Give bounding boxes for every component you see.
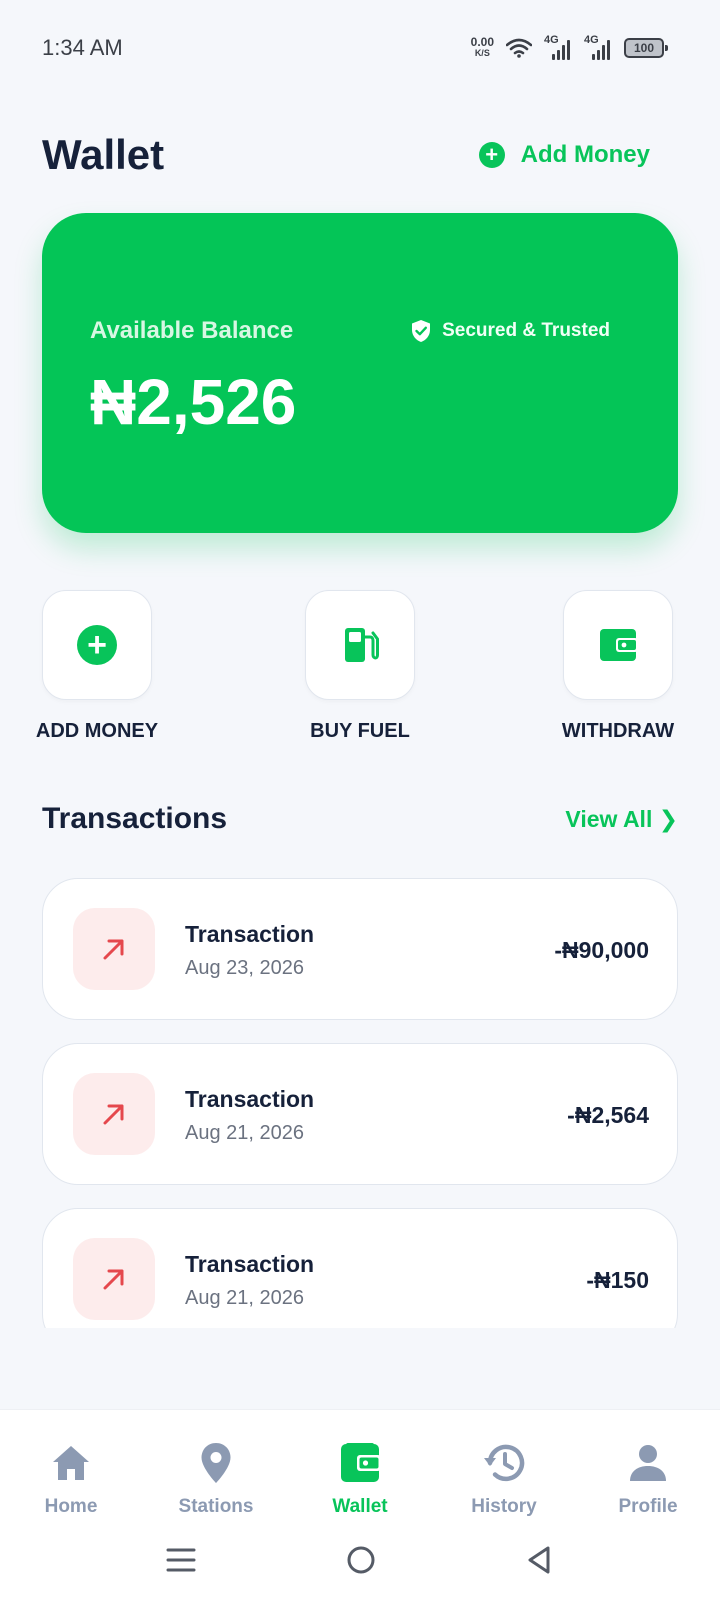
transaction-item[interactable]: Transaction Aug 21, 2026 -₦150 bbox=[42, 1208, 678, 1328]
transaction-amount: -₦90,000 bbox=[554, 937, 649, 963]
secured-badge-label: Secured & Trusted bbox=[442, 320, 610, 341]
transaction-icon-box bbox=[73, 1073, 155, 1155]
withdraw-tile[interactable] bbox=[563, 590, 673, 700]
battery-icon: 100 bbox=[624, 38, 668, 58]
page-title: Wallet bbox=[42, 131, 165, 178]
wifi-icon bbox=[506, 38, 532, 58]
wallet-icon bbox=[341, 1443, 381, 1482]
add-money-link[interactable]: + Add Money bbox=[478, 141, 678, 169]
balance-amount: ₦2,526 bbox=[90, 366, 297, 438]
transactions-list[interactable]: Transaction Aug 23, 2026 -₦90,000 Transa… bbox=[42, 878, 678, 1328]
bottom-nav-items: Home Stations Wallet History Profile bbox=[0, 1440, 720, 1530]
add-money-button[interactable]: + ADD MONEY bbox=[17, 590, 177, 743]
header: Wallet + Add Money bbox=[42, 120, 678, 190]
shield-check-icon bbox=[412, 320, 431, 342]
nav-label-profile: Profile bbox=[618, 1496, 678, 1517]
balance-label: Available Balance bbox=[90, 317, 294, 344]
nav-item-profile[interactable]: Profile bbox=[588, 1440, 708, 1518]
withdraw-label: WITHDRAW bbox=[561, 720, 675, 742]
status-time: 1:34 AM bbox=[42, 35, 123, 60]
wallet-icon bbox=[600, 629, 638, 661]
nav-item-history[interactable]: History bbox=[444, 1440, 564, 1518]
transaction-date: Aug 23, 2026 bbox=[185, 957, 304, 979]
balance-card: Available Balance Secured & Trusted ₦2,5… bbox=[42, 213, 678, 533]
network-speed-unit: K/S bbox=[474, 48, 490, 58]
signal-icon-2: 4G bbox=[584, 34, 612, 60]
withdraw-button[interactable]: WITHDRAW bbox=[538, 590, 698, 743]
add-money-link-label: Add Money bbox=[520, 141, 650, 168]
history-icon bbox=[484, 1444, 525, 1482]
bottom-nav: Home Stations Wallet History Profile bbox=[0, 1409, 720, 1600]
nav-item-home[interactable]: Home bbox=[11, 1440, 131, 1518]
plus-circle-icon: + bbox=[478, 142, 505, 168]
nav-item-wallet[interactable]: Wallet bbox=[300, 1440, 420, 1518]
network-speed: 0.00 K/S bbox=[470, 35, 494, 59]
network-speed-value: 0.00 bbox=[470, 35, 494, 49]
menu-icon[interactable] bbox=[166, 1545, 196, 1575]
status-bar: 1:34 AM 0.00 K/S 4G 4G 100 bbox=[0, 0, 720, 96]
home-icon bbox=[53, 1446, 89, 1480]
secured-badge: Secured & Trusted bbox=[410, 319, 610, 343]
transaction-name: Transaction bbox=[185, 921, 315, 947]
view-all-link[interactable]: View All ❯ bbox=[565, 806, 678, 833]
buy-fuel-button[interactable]: BUY FUEL bbox=[280, 590, 440, 743]
fuel-pump-icon bbox=[345, 628, 379, 662]
transaction-date: Aug 21, 2026 bbox=[185, 1287, 304, 1309]
transaction-amount: -₦2,564 bbox=[567, 1102, 649, 1128]
location-pin-icon bbox=[201, 1443, 231, 1483]
signal-icon-1: 4G bbox=[544, 34, 572, 60]
transaction-date: Aug 21, 2026 bbox=[185, 1122, 304, 1144]
nav-label-history: History bbox=[471, 1496, 537, 1517]
transaction-item[interactable]: Transaction Aug 21, 2026 -₦2,564 bbox=[42, 1043, 678, 1185]
arrow-up-right-icon bbox=[103, 1269, 124, 1290]
add-money-label: ADD MONEY bbox=[35, 720, 159, 742]
back-triangle-icon[interactable] bbox=[524, 1545, 554, 1575]
transaction-name: Transaction bbox=[185, 1086, 315, 1112]
transactions-title: Transactions bbox=[42, 802, 228, 835]
transaction-item[interactable]: Transaction Aug 23, 2026 -₦90,000 bbox=[42, 878, 678, 1020]
user-icon bbox=[630, 1445, 666, 1481]
add-money-tile[interactable]: + bbox=[42, 590, 152, 700]
quick-actions: + ADD MONEY BUY FUEL WITHDRAW bbox=[36, 590, 678, 750]
transaction-icon-box bbox=[73, 1238, 155, 1320]
signal-label-2: 4G bbox=[584, 34, 599, 46]
nav-item-stations[interactable]: Stations bbox=[156, 1440, 276, 1518]
arrow-up-right-icon bbox=[103, 1104, 124, 1125]
status-icons: 0.00 K/S 4G 4G 100 bbox=[470, 34, 668, 60]
nav-label-home: Home bbox=[44, 1496, 98, 1517]
arrow-up-right-icon bbox=[103, 939, 124, 960]
buy-fuel-tile[interactable] bbox=[305, 590, 415, 700]
nav-label-stations: Stations bbox=[178, 1496, 254, 1517]
transaction-name: Transaction bbox=[185, 1251, 315, 1277]
signal-label-1: 4G bbox=[544, 34, 559, 46]
home-circle-icon[interactable] bbox=[346, 1545, 376, 1575]
transactions-header: Transactions View All ❯ bbox=[42, 802, 678, 836]
transaction-amount: -₦150 bbox=[586, 1267, 649, 1293]
plus-circle-icon: + bbox=[77, 625, 117, 665]
system-nav-bar bbox=[0, 1537, 720, 1585]
buy-fuel-label: BUY FUEL bbox=[310, 720, 410, 742]
battery-level: 100 bbox=[633, 41, 655, 55]
nav-label-wallet: Wallet bbox=[332, 1496, 388, 1517]
transaction-icon-box bbox=[73, 908, 155, 990]
